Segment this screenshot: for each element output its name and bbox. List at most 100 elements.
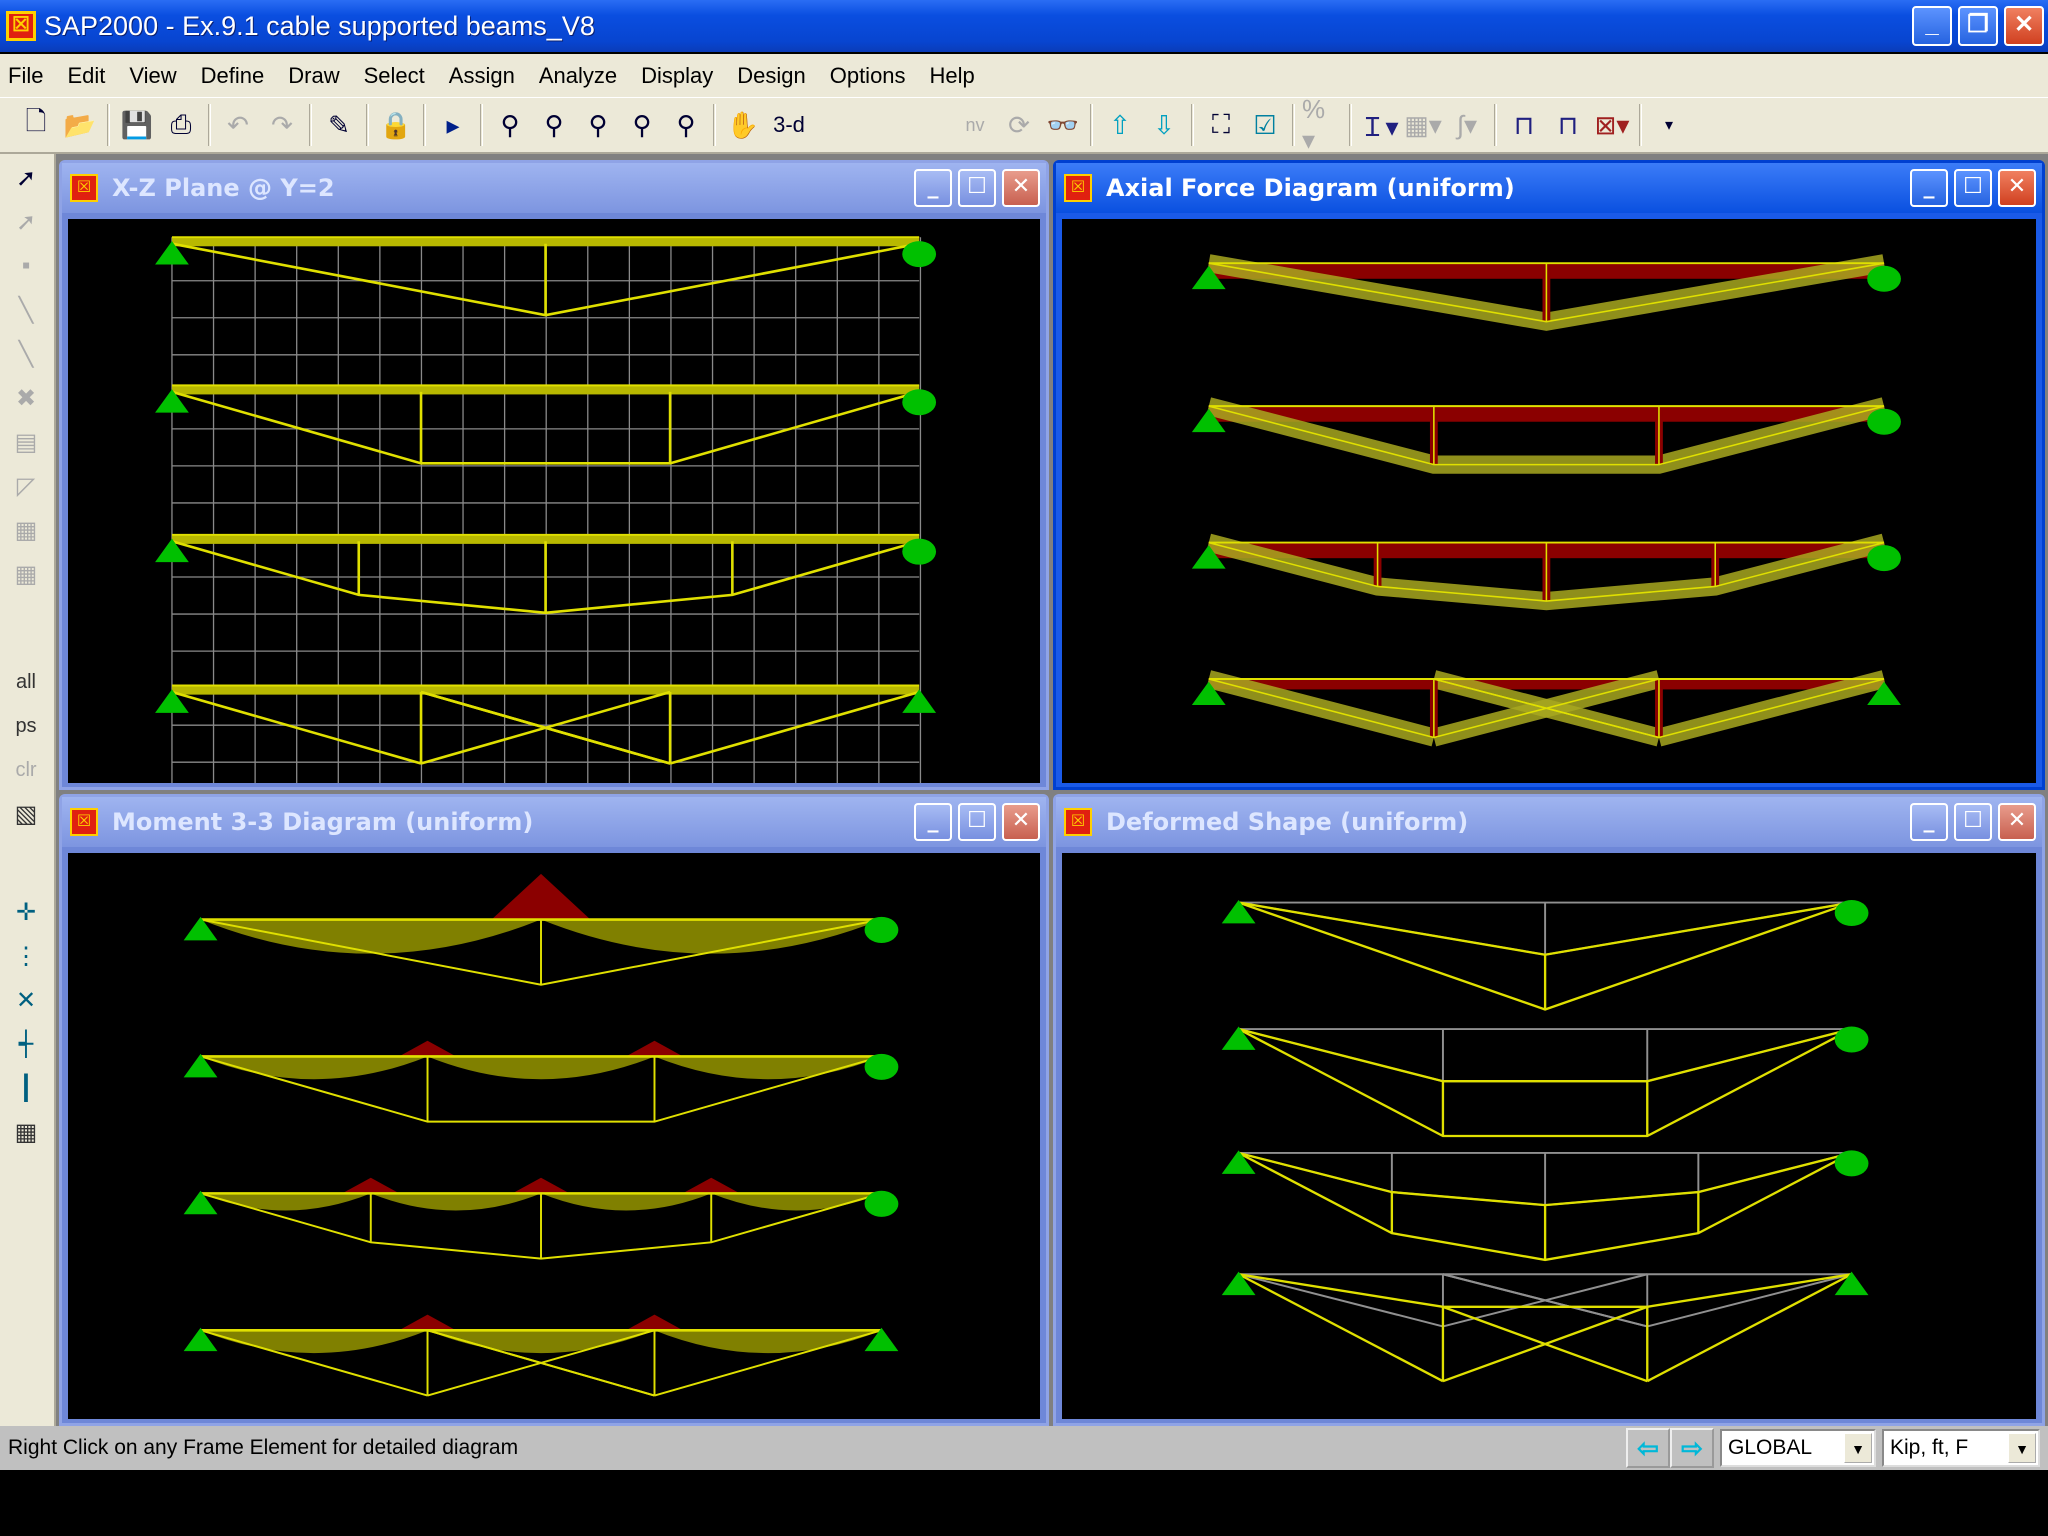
deformed-shape-canvas[interactable]	[1062, 853, 2036, 1419]
pan-icon[interactable]: ✋	[723, 105, 763, 145]
draw-joint-icon[interactable]: ▪	[6, 246, 46, 286]
intersecting-line-icon[interactable]: ▧	[6, 794, 46, 834]
menu-options[interactable]: Options	[830, 63, 906, 89]
quick-brace-icon[interactable]: ▤	[6, 422, 46, 462]
save-icon[interactable]: 💾	[117, 105, 157, 145]
restore-button[interactable]: ❐	[1958, 6, 1998, 46]
run-analysis-icon[interactable]: ▸	[433, 105, 473, 145]
panel-axial-force[interactable]: ☒ Axial Force Diagram (uniform) _ ☐ ✕	[1053, 160, 2045, 790]
nv-button[interactable]: nv	[955, 105, 995, 145]
beam	[171, 385, 920, 395]
zoom-window-icon[interactable]: ⚲	[490, 105, 530, 145]
moment-fill	[370, 1193, 542, 1211]
select-all-button[interactable]: all	[6, 662, 46, 702]
pointer-icon[interactable]: ➚	[6, 158, 46, 198]
menu-view[interactable]: View	[129, 63, 176, 89]
status-bar: Right Click on any Frame Element for det…	[0, 1426, 2048, 1470]
up-arrow-icon[interactable]: ⇧	[1100, 105, 1140, 145]
menu-select[interactable]: Select	[364, 63, 425, 89]
chevron-down-icon[interactable]: ▼	[1844, 1433, 1872, 1463]
snap-perpendicular-icon[interactable]: ┽	[6, 1024, 46, 1064]
zoom-previous-icon[interactable]: ⚲	[578, 105, 618, 145]
snap-lines-icon[interactable]: ┃	[6, 1068, 46, 1108]
units-select[interactable]: Kip, ft, F ▼	[1882, 1429, 2040, 1467]
minimize-button[interactable]: _	[1912, 6, 1952, 46]
open-folder-icon[interactable]: 📂	[60, 105, 100, 145]
panel-xz-plane[interactable]: ☒ X-Z Plane @ Y=2 _ ☐ ✕	[59, 160, 1049, 790]
moment-diagram-canvas[interactable]	[68, 853, 1040, 1419]
pencil-icon[interactable]: ✎	[319, 105, 359, 145]
moment-peak	[398, 1314, 457, 1331]
maximize-button[interactable]: ☐	[958, 803, 996, 841]
frame-icon[interactable]: ⊓	[1504, 105, 1544, 145]
perspective-icon[interactable]: 👓	[1043, 105, 1083, 145]
percent-icon[interactable]: % ▾	[1302, 94, 1342, 155]
menu-analyze[interactable]: Analyze	[539, 63, 617, 89]
print-icon[interactable]: ⎙	[161, 105, 201, 145]
menu-assign[interactable]: Assign	[449, 63, 515, 89]
previous-selection-button[interactable]: ps	[6, 706, 46, 746]
undo-icon[interactable]: ↶	[218, 105, 258, 145]
maximize-button[interactable]: ☐	[958, 169, 996, 207]
close-button[interactable]: ✕	[1998, 803, 2036, 841]
draw-brace-icon[interactable]: ✖	[6, 378, 46, 418]
maximize-button[interactable]: ☐	[1954, 803, 1992, 841]
menu-display[interactable]: Display	[641, 63, 713, 89]
cable	[1647, 1273, 1852, 1328]
menu-edit[interactable]: Edit	[67, 63, 105, 89]
chevron-down-icon[interactable]: ▼	[2008, 1433, 2036, 1463]
snap-grid-icon[interactable]: ▦	[6, 1112, 46, 1152]
coord-system-select[interactable]: GLOBAL ▼	[1720, 1429, 1876, 1467]
view-3d-button[interactable]: 3-d	[767, 105, 811, 145]
rect-area-icon[interactable]: ▦	[6, 510, 46, 550]
model-view-canvas[interactable]	[68, 219, 1040, 783]
moment-frame-icon[interactable]: ⊠▾	[1592, 105, 1632, 145]
clear-selection-button[interactable]: clr	[6, 750, 46, 790]
snap-intersection-icon[interactable]: ✕	[6, 980, 46, 1020]
brace-frame-icon[interactable]: ⊓	[1548, 105, 1588, 145]
minimize-button[interactable]: _	[1910, 169, 1948, 207]
roller-support	[864, 1190, 899, 1217]
snap-ends-icon[interactable]: ⋮	[6, 936, 46, 976]
zoom-restore-icon[interactable]: ⚲	[534, 105, 574, 145]
quick-frame-icon[interactable]: ╲	[6, 334, 46, 374]
link-icon[interactable]: ∫▾	[1447, 105, 1487, 145]
menu-file[interactable]: File	[8, 63, 43, 89]
checkbox-icon[interactable]: ☑	[1245, 105, 1285, 145]
toolbar-overflow-icon[interactable]: ▾	[1649, 105, 1689, 145]
close-button[interactable]: ✕	[1998, 169, 2036, 207]
frame-section-icon[interactable]: Ｉ▾	[1359, 105, 1399, 145]
new-file-icon[interactable]: 🗋	[16, 105, 56, 145]
axial-diagram-canvas[interactable]	[1062, 219, 2036, 783]
menu-define[interactable]: Define	[201, 63, 265, 89]
minimize-button[interactable]: _	[914, 803, 952, 841]
close-button[interactable]: ✕	[2004, 6, 2044, 46]
moment-fill	[200, 919, 542, 954]
menu-draw[interactable]: Draw	[288, 63, 339, 89]
panel-deformed-shape[interactable]: ☒ Deformed Shape (uniform) _ ☐ ✕	[1053, 794, 2045, 1426]
close-button[interactable]: ✕	[1002, 169, 1040, 207]
draw-frame-icon[interactable]: ╲	[6, 290, 46, 330]
redo-icon[interactable]: ↷	[262, 105, 302, 145]
snap-points-icon[interactable]: ✛	[6, 892, 46, 932]
minimize-button[interactable]: _	[1910, 803, 1948, 841]
close-button[interactable]: ✕	[1002, 803, 1040, 841]
previous-arrow-button[interactable]: ⇦	[1626, 1428, 1670, 1468]
menu-design[interactable]: Design	[737, 63, 805, 89]
menu-help[interactable]: Help	[930, 63, 975, 89]
axial-beam	[1208, 679, 1885, 690]
panel-moment[interactable]: ☒ Moment 3-3 Diagram (uniform) _ ☐ ✕	[59, 794, 1049, 1426]
next-arrow-button[interactable]: ⇨	[1670, 1428, 1714, 1468]
down-arrow-icon[interactable]: ⇩	[1144, 105, 1184, 145]
reshape-icon[interactable]: ➚	[6, 202, 46, 242]
area-section-icon[interactable]: ▦▾	[1403, 105, 1443, 145]
rotate-icon[interactable]: ⟳	[999, 105, 1039, 145]
zoom-out-icon[interactable]: ⚲	[666, 105, 706, 145]
lock-icon[interactable]: 🔒	[376, 105, 416, 145]
minimize-button[interactable]: _	[914, 169, 952, 207]
set-display-options-icon[interactable]: ⛶	[1201, 105, 1241, 145]
draw-area-icon[interactable]: ◸	[6, 466, 46, 506]
maximize-button[interactable]: ☐	[1954, 169, 1992, 207]
quick-area-icon[interactable]: ▦	[6, 554, 46, 594]
zoom-in-icon[interactable]: ⚲	[622, 105, 662, 145]
